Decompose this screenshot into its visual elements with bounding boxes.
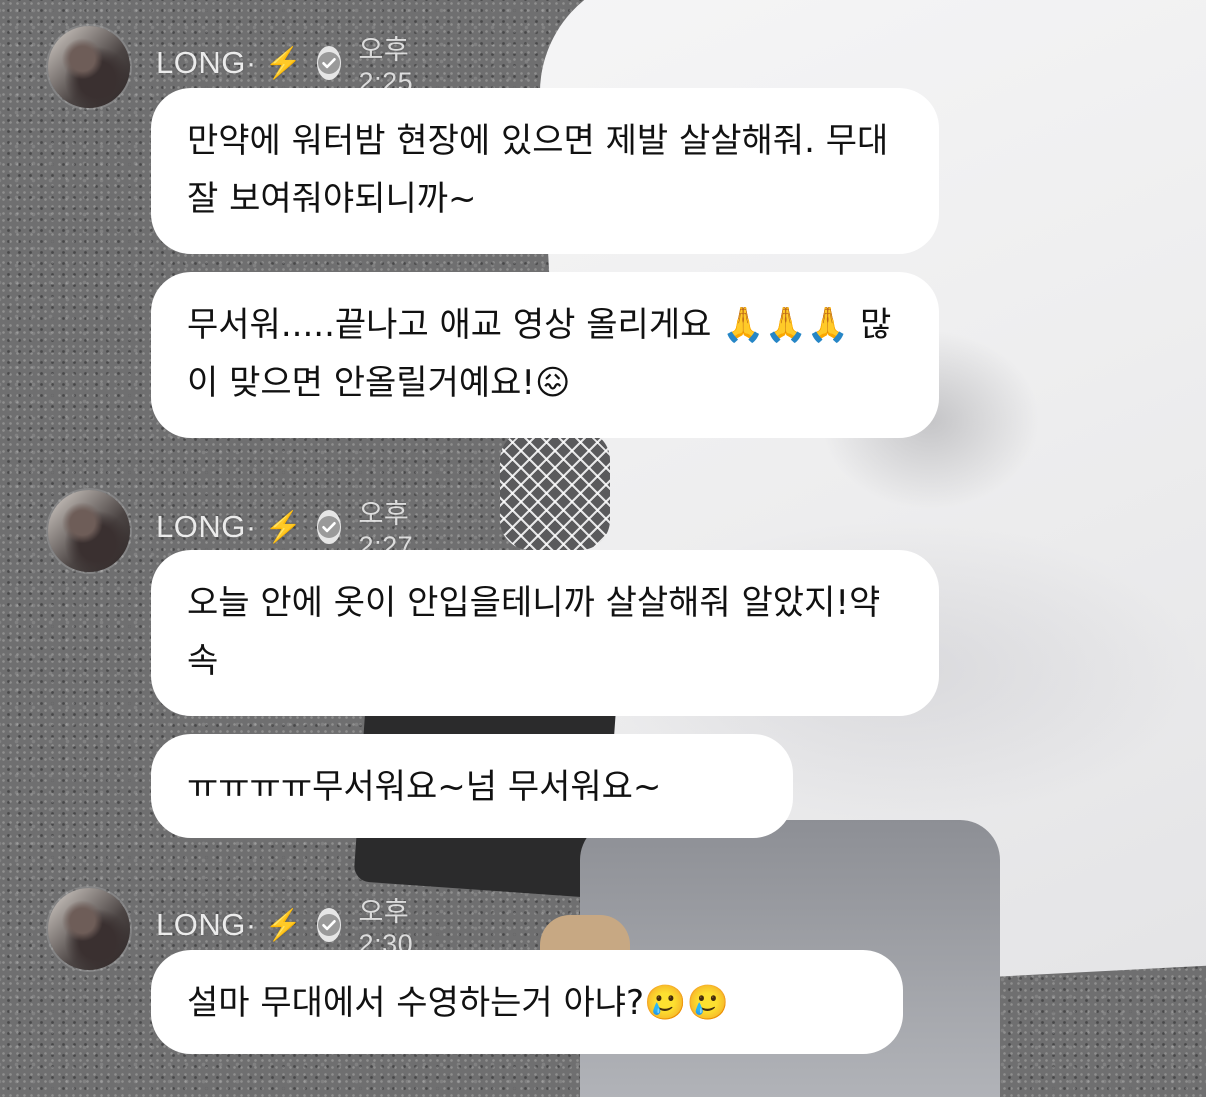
message-bubble[interactable]: 만약에 워터밤 현장에 있으면 제발 살살해줘. 무대 잘 보여줘야되니까~ [151,88,939,254]
message-bubble[interactable]: 무서워.....끝나고 애교 영상 올리게요 🙏🙏🙏 많이 맞으면 안올릴거예요… [151,272,939,438]
message-text: 오늘 안에 옷이 안입을테니까 살살해줘 알았지!약속 [187,583,881,681]
lightning-bolt-icon: ⚡ [264,46,303,80]
message-bubble[interactable]: 설마 무대에서 수영하는거 아냐?🥲🥲 [151,950,903,1054]
verified-check-icon [316,46,341,80]
message-text: 설마 무대에서 수영하는거 아냐?🥲🥲 [187,983,729,1023]
avatar[interactable] [48,490,130,572]
lightning-bolt-icon: ⚡ [264,510,303,544]
avatar[interactable] [48,26,130,108]
message-text: 무서워.....끝나고 애교 영상 올리게요 🙏🙏🙏 많이 맞으면 안올릴거예요… [187,305,892,403]
verified-check-icon [316,908,341,942]
message-text: ㅠㅠㅠㅠ무서워요~넘 무서워요~ [187,767,662,807]
chat-thread: LONG· ⚡ 오후 2:25 만약에 워터밤 현장에 있으면 제발 살살해줘.… [0,0,1206,1097]
message-bubble[interactable]: ㅠㅠㅠㅠ무서워요~넘 무서워요~ [151,734,793,838]
author-name[interactable]: LONG· [156,45,257,81]
author-name[interactable]: LONG· [156,509,257,545]
verified-check-icon [316,510,341,544]
message-text: 만약에 워터밤 현장에 있으면 제발 살살해줘. 무대 잘 보여줘야되니까~ [187,121,889,219]
avatar[interactable] [48,888,130,970]
message-bubble[interactable]: 오늘 안에 옷이 안입을테니까 살살해줘 알았지!약속 [151,550,939,716]
lightning-bolt-icon: ⚡ [264,908,303,942]
author-name[interactable]: LONG· [156,907,257,943]
